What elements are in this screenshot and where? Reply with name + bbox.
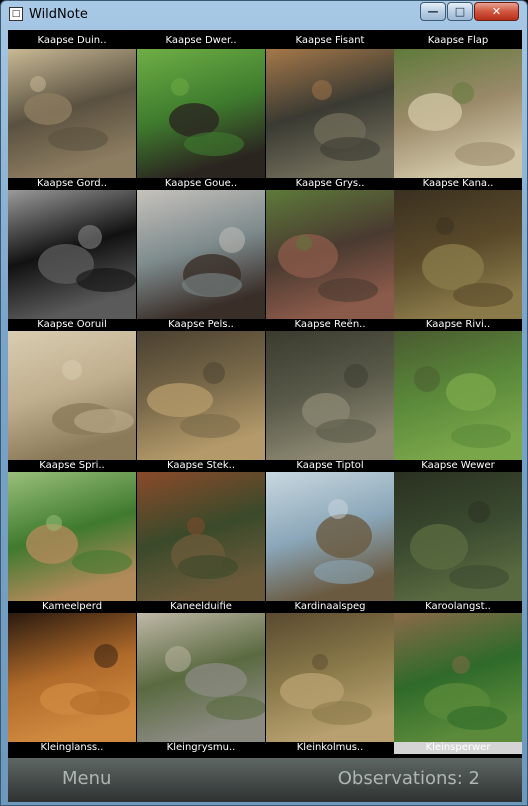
species-label: Kaapse Wewer xyxy=(394,460,522,472)
species-label: Karoolangst.. xyxy=(394,601,522,613)
karoo-bush-photo xyxy=(394,472,522,601)
rain-frog-photo xyxy=(266,190,394,319)
species-label: Kaapse Duin.. xyxy=(8,35,136,47)
species-label: Kaapse Fisant xyxy=(266,35,394,47)
species-label: Kaapse Ooruil xyxy=(8,319,136,331)
species-label: Kaapse Grys.. xyxy=(266,178,394,190)
species-grid-view[interactable]: Kaapse Duin.. Kaapse Dwer.. Kaapse Fisan… xyxy=(8,30,522,758)
species-label: Kaapse Goue.. xyxy=(137,178,265,190)
title-bar[interactable]: □ WildNote — □ ✕ xyxy=(1,1,527,29)
observations-count: Observations: 2 xyxy=(337,768,480,789)
bottom-bar: Menu Observations: 2 xyxy=(8,758,522,802)
species-label: Kaapse Gord.. xyxy=(8,178,136,190)
close-icon: ✕ xyxy=(491,5,502,18)
species-label: Kaapse Tiptol xyxy=(266,460,394,472)
close-button[interactable]: ✕ xyxy=(474,2,519,21)
golden-mole-photo xyxy=(137,49,265,178)
river-frog-photo xyxy=(394,190,522,319)
menu-button[interactable]: Menu xyxy=(62,768,111,789)
spiny-mouse-photo xyxy=(137,331,265,460)
species-label: Kardinaalspeg xyxy=(266,601,394,613)
mongoose-photo xyxy=(137,613,265,742)
species-label: Kaapse Kana.. xyxy=(394,178,522,190)
species-label: Kaapse Flap xyxy=(394,35,522,47)
maximize-icon: □ xyxy=(454,5,466,18)
woodpecker-photo xyxy=(266,472,394,601)
maximize-button[interactable]: □ xyxy=(447,2,473,21)
genet-photo xyxy=(266,613,394,742)
fur-seal-photo xyxy=(137,190,265,319)
owl-photo xyxy=(8,190,136,319)
grysbok-photo xyxy=(266,49,394,178)
species-label: Kleinkolmus.. xyxy=(266,742,394,754)
species-label: Kleinsperwer xyxy=(394,742,522,754)
species-label: Kaapse Dwer.. xyxy=(137,35,265,47)
sparrowhawk-photo xyxy=(394,613,522,742)
species-label: Kleingrysmu.. xyxy=(137,742,265,754)
app-window: □ WildNote — □ ✕ Kaapse Duin.. Kaapse Dw… xyxy=(0,0,528,806)
species-label: Kaapse Spri.. xyxy=(8,460,136,472)
lizard-photo xyxy=(8,49,136,178)
app-icon: □ xyxy=(9,7,23,21)
species-label: Kaneelduifie xyxy=(137,601,265,613)
window-title: WildNote xyxy=(29,7,88,22)
minimize-icon: — xyxy=(427,5,439,18)
tiptol-photo xyxy=(266,331,394,460)
cinnamon-dove-photo xyxy=(137,472,265,601)
species-label: Kameelperd xyxy=(8,601,136,613)
bird-on-sand-photo xyxy=(394,49,522,178)
species-label: Kaapse Pels.. xyxy=(137,319,265,331)
weaver-photo xyxy=(394,331,522,460)
species-label: Kaapse Reën.. xyxy=(266,319,394,331)
species-label: Kaapse Rivi.. xyxy=(394,319,522,331)
species-label: Kaapse Stek.. xyxy=(137,460,265,472)
giraffe-photo xyxy=(8,472,136,601)
minimize-button[interactable]: — xyxy=(420,2,446,21)
glossy-starling-photo xyxy=(8,613,136,742)
species-label: Kleinglanss.. xyxy=(8,742,136,754)
gerbil-photo xyxy=(8,331,136,460)
